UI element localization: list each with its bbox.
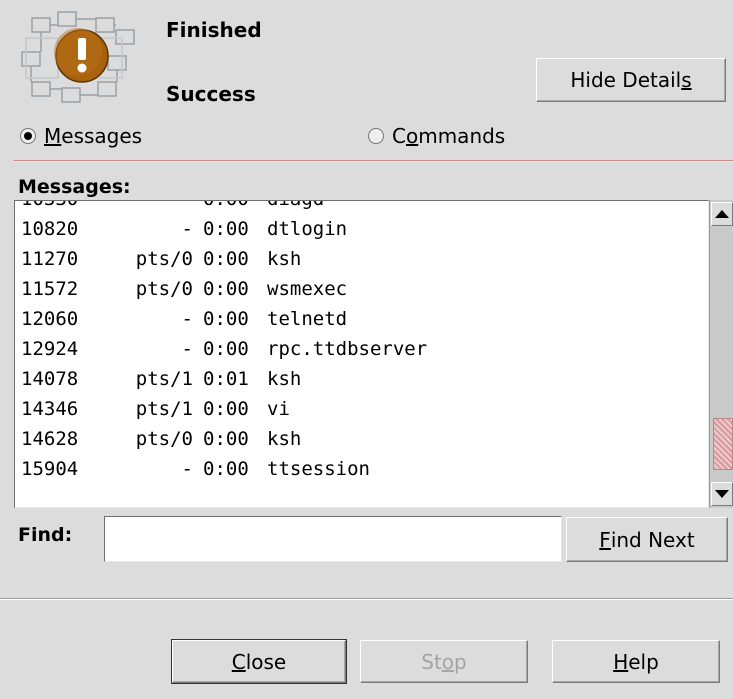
hide-details-mnemonic: s	[681, 68, 692, 92]
messages-list-content: 10330-0:00diagd10820-0:00dtlogin11270pts…	[21, 201, 427, 484]
message-tty: pts/1	[135, 368, 193, 390]
message-row: 10330-0:00diagd	[21, 201, 427, 214]
message-tty: -	[181, 218, 193, 240]
message-row: 10820 -0:00 dtlogin	[21, 214, 427, 244]
message-tty: pts/0	[135, 248, 193, 270]
arrow-up-icon	[715, 210, 729, 218]
message-time: 0:00	[203, 428, 249, 450]
status-result: Success	[166, 82, 256, 106]
message-pid: 12924	[21, 338, 79, 360]
messages-radio-option[interactable]: Messages	[20, 124, 142, 148]
message-cmd: dtlogin	[267, 218, 348, 240]
message-tty: -	[181, 338, 193, 360]
message-time: 0:00	[203, 458, 249, 480]
message-time: 0:00	[203, 338, 249, 360]
commands-radio-option[interactable]: Commands	[368, 124, 505, 148]
message-tty: pts/0	[135, 428, 193, 450]
message-cmd: telnetd	[267, 308, 348, 330]
scroll-up-button[interactable]	[711, 202, 733, 226]
message-row: 11270 pts/0 0:00 ksh	[21, 244, 427, 274]
message-cmd: rpc.ttdbserver	[267, 338, 428, 360]
commands-mnemonic: o	[405, 124, 419, 148]
message-tty: pts/0	[135, 278, 193, 300]
message-row: 11572 pts/0 0:00 wsmexec	[21, 274, 427, 304]
scroll-down-button[interactable]	[711, 482, 733, 506]
stop-mnemonic: o	[441, 649, 455, 674]
message-pid: 12060	[21, 308, 79, 330]
message-pid: 10820	[21, 218, 79, 240]
message-cmd: vi	[267, 398, 290, 420]
message-pid: 14346	[21, 398, 79, 420]
stop-label-post: p	[454, 649, 467, 674]
bottom-divider-highlight	[0, 599, 733, 600]
section-divider-highlight	[14, 161, 733, 162]
message-pid: 10330	[21, 201, 113, 214]
message-pid: 11270	[21, 248, 79, 270]
message-pid: 14628	[21, 428, 79, 450]
messages-label-post: essages	[61, 124, 143, 148]
message-cmd: wsmexec	[267, 278, 348, 300]
find-next-label-post: ind Next	[610, 527, 695, 552]
message-row: 15904 -0:00 ttsession	[21, 454, 427, 484]
hide-details-label-pre: Hide Detail	[570, 68, 682, 92]
close-button[interactable]: Close	[171, 639, 347, 684]
find-next-button[interactable]: Find Next	[566, 517, 728, 562]
message-cmd: ksh	[267, 428, 302, 450]
warning-icon	[18, 8, 148, 108]
message-time: 0:00	[203, 398, 249, 420]
message-row: 14078 pts/1 0:01 ksh	[21, 364, 427, 394]
scroll-thumb[interactable]	[713, 418, 733, 470]
find-input[interactable]	[104, 516, 562, 562]
commands-radio-label: Commands	[392, 124, 505, 148]
stop-label-pre: St	[421, 649, 442, 674]
messages-heading: Messages:	[18, 176, 131, 198]
message-tty: pts/1	[135, 398, 193, 420]
status-title: Finished	[166, 18, 262, 42]
messages-radio[interactable]	[20, 128, 36, 144]
message-cmd: ksh	[267, 368, 302, 390]
help-label-post: elp	[628, 649, 659, 674]
commands-radio[interactable]	[368, 128, 384, 144]
commands-label-post: mmands	[418, 124, 506, 148]
message-pid: 15904	[21, 458, 79, 480]
message-tty: -	[181, 458, 193, 480]
message-row: 12924 -0:00 rpc.ttdbserver	[21, 334, 427, 364]
message-cmd: ttsession	[267, 458, 370, 480]
find-label: Find:	[18, 524, 73, 546]
message-pid: 11572	[21, 278, 79, 300]
message-row: 14346 pts/1 0:00 vi	[21, 394, 427, 424]
find-next-mnemonic: F	[599, 527, 611, 552]
message-cmd: ksh	[267, 248, 302, 270]
hide-details-button[interactable]: Hide Detail s	[536, 58, 726, 102]
message-row: 12060 -0:00 telnetd	[21, 304, 427, 334]
messages-radio-label: Messages	[44, 124, 142, 148]
messages-mnemonic: M	[44, 124, 62, 148]
message-time: 0:00	[203, 278, 249, 300]
close-label-post: lose	[245, 649, 287, 674]
message-time: 0:01	[203, 368, 249, 390]
help-button[interactable]: Help	[552, 640, 720, 683]
message-time: 0:00	[203, 308, 249, 330]
message-time: 0:00	[203, 201, 265, 214]
message-time: 0:00	[203, 218, 249, 240]
close-mnemonic: C	[231, 649, 246, 674]
arrow-down-icon	[715, 490, 729, 498]
messages-scrollbar[interactable]	[709, 200, 733, 508]
message-pid: 14078	[21, 368, 79, 390]
stop-button[interactable]: St o p	[360, 640, 528, 683]
messages-list[interactable]: 10330-0:00diagd10820-0:00dtlogin11270pts…	[14, 200, 709, 508]
message-tty: -	[181, 308, 193, 330]
help-mnemonic: H	[613, 649, 629, 674]
message-cmd: diagd	[265, 201, 324, 214]
message-row: 14628 pts/0 0:00 ksh	[21, 424, 427, 454]
message-time: 0:00	[203, 248, 249, 270]
message-tty: -	[113, 201, 203, 214]
commands-label-pre: C	[392, 124, 406, 148]
